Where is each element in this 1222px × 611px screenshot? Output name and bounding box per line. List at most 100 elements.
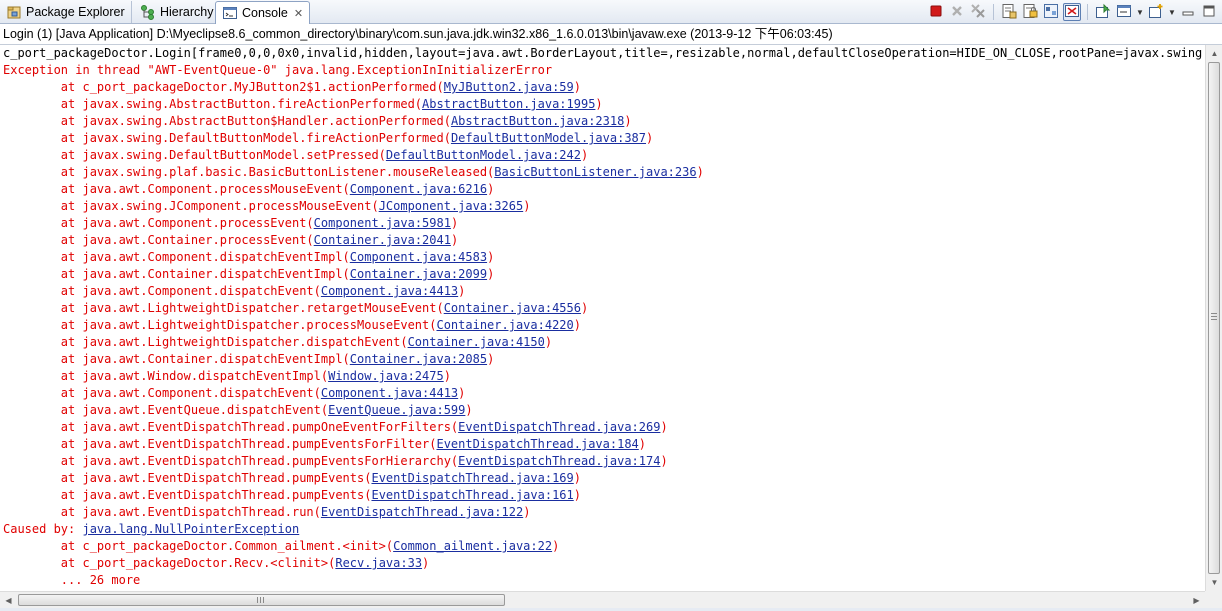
open-console-button[interactable] (1147, 3, 1165, 21)
grip-line (260, 597, 261, 603)
source-link[interactable]: DefaultButtonModel.java:242 (386, 148, 581, 162)
minimize-button[interactable] (1179, 3, 1197, 21)
remove-all-terminated-icon (970, 3, 986, 22)
source-link[interactable]: java.lang.NullPointerException (82, 522, 299, 536)
scroll-down-arrow-icon[interactable]: ▼ (1206, 574, 1222, 591)
source-link[interactable]: EventQueue.java:599 (328, 403, 465, 417)
source-link[interactable]: Container.java:4150 (408, 335, 545, 349)
source-link[interactable]: JComponent.java:3265 (379, 199, 524, 213)
console-line: c_port_packageDoctor.Login[frame0,0,0,0x… (3, 46, 1205, 60)
source-link[interactable]: EventDispatchThread.java:122 (321, 505, 523, 519)
terminate-button[interactable] (927, 3, 945, 21)
stack-frame-suffix: ) (458, 386, 466, 400)
console-line: at javax.swing.DefaultButtonModel.setPre… (0, 147, 1205, 164)
console-line: at java.awt.Component.dispatchEvent(Comp… (0, 385, 1205, 402)
stack-frame-suffix: ) (487, 267, 495, 281)
stack-frame-suffix: ) (696, 165, 704, 179)
console-line: at java.awt.EventDispatchThread.pumpEven… (0, 487, 1205, 504)
source-link[interactable]: DefaultButtonModel.java:387 (451, 131, 646, 145)
source-link[interactable]: Common_ailment.java:22 (393, 539, 552, 553)
console-line: at java.awt.EventDispatchThread.run(Even… (0, 504, 1205, 521)
source-link[interactable]: MyJButton2.java:59 (444, 80, 574, 94)
console-icon (222, 5, 238, 21)
terminate-icon (930, 5, 942, 20)
scroll-lock-button[interactable] (1021, 3, 1039, 21)
scroll-up-arrow-icon[interactable]: ▲ (1206, 45, 1222, 62)
vertical-scrollbar[interactable]: ▲ ▼ (1205, 45, 1222, 591)
source-link[interactable]: EventDispatchThread.java:161 (371, 488, 573, 502)
close-icon[interactable]: ✕ (294, 7, 303, 20)
source-link[interactable]: Component.java:5981 (314, 216, 451, 230)
source-link[interactable]: Window.java:2475 (328, 369, 444, 383)
source-link[interactable]: EventDispatchThread.java:269 (458, 420, 660, 434)
grip-line (263, 597, 264, 603)
stack-frame-text: at java.awt.Component.dispatchEvent( (3, 386, 321, 400)
source-link[interactable]: Container.java:4220 (436, 318, 573, 332)
vertical-scroll-thumb[interactable] (1208, 62, 1220, 574)
scroll-right-arrow-icon[interactable]: ▶ (1188, 592, 1205, 608)
console-line: at java.awt.Component.processMouseEvent(… (0, 181, 1205, 198)
source-link[interactable]: BasicButtonListener.java:236 (494, 165, 696, 179)
view-tab-bar: Package Explorer Hierarchy Console ✕ ▼ ▼ (0, 0, 1222, 24)
remove-all-terminated-button[interactable] (969, 3, 987, 21)
stack-frame-text: at java.awt.Container.processEvent( (3, 233, 314, 247)
word-wrap-button[interactable] (1042, 3, 1060, 21)
source-link[interactable]: Recv.java:33 (335, 556, 422, 570)
horizontal-scrollbar[interactable]: ◀ ▶ (0, 591, 1205, 608)
horizontal-scroll-thumb[interactable] (18, 594, 505, 606)
source-link[interactable]: Component.java:6216 (350, 182, 487, 196)
source-link[interactable]: EventDispatchThread.java:184 (436, 437, 638, 451)
stack-frame-text: at java.awt.EventDispatchThread.pumpEven… (3, 437, 437, 451)
stack-frame-suffix: ) (573, 488, 581, 502)
remove-launch-button[interactable] (948, 3, 966, 21)
source-link[interactable]: Container.java:2099 (350, 267, 487, 281)
stack-frame-suffix: ) (487, 352, 495, 366)
source-link[interactable]: EventDispatchThread.java:174 (458, 454, 660, 468)
show-console-output-icon (1064, 3, 1080, 22)
stack-frame-suffix: ) (544, 335, 553, 349)
maximize-icon (1202, 4, 1216, 21)
hierarchy-icon (140, 4, 156, 20)
source-link[interactable]: EventDispatchThread.java:169 (371, 471, 573, 485)
display-selected-console-icon (1116, 3, 1132, 22)
console-line: at c_port_packageDoctor.MyJButton2$1.act… (0, 79, 1205, 96)
word-wrap-icon (1043, 3, 1059, 22)
pin-console-button[interactable] (1094, 3, 1112, 21)
open-console-icon (1148, 3, 1164, 22)
console-line: at javax.swing.DefaultButtonModel.fireAc… (0, 130, 1205, 147)
console-output[interactable]: c_port_packageDoctor.Login[frame0,0,0,0x… (0, 45, 1205, 591)
source-link[interactable]: Component.java:4583 (350, 250, 487, 264)
source-link[interactable]: Container.java:4556 (444, 301, 581, 315)
grip-line (257, 597, 258, 603)
source-link[interactable]: AbstractButton.java:1995 (422, 97, 595, 111)
tab-package-explorer[interactable]: Package Explorer (0, 1, 132, 23)
stack-frame-text: at java.awt.EventQueue.dispatchEvent( (3, 403, 329, 417)
stack-frame-suffix: ) (487, 250, 495, 264)
tab-console[interactable]: Console ✕ (215, 1, 311, 24)
scroll-left-arrow-icon[interactable]: ◀ (0, 592, 17, 608)
source-link[interactable]: Component.java:4413 (321, 284, 458, 298)
stack-frame-suffix: ) (523, 199, 531, 213)
source-link[interactable]: Component.java:4413 (321, 386, 458, 400)
show-console-output-button[interactable] (1063, 3, 1081, 21)
chevron-down-icon[interactable]: ▼ (1136, 8, 1144, 17)
stack-frame-suffix: ) (458, 284, 466, 298)
tab-label: Console (242, 6, 288, 20)
chevron-down-icon[interactable]: ▼ (1168, 8, 1176, 17)
scroll-lock-icon (1022, 3, 1038, 22)
clear-console-button[interactable] (1000, 3, 1018, 21)
stack-frame-text: at java.awt.LightweightDispatcher.dispat… (3, 335, 408, 349)
source-link[interactable]: Container.java:2085 (350, 352, 487, 366)
display-selected-console-button[interactable] (1115, 3, 1133, 21)
stack-frame-text: at javax.swing.AbstractButton.fireAction… (3, 97, 423, 111)
source-link[interactable]: Container.java:2041 (314, 233, 451, 247)
stack-frame-text: at c_port_packageDoctor.Recv.<clinit>( (3, 556, 336, 570)
stack-frame-text: at c_port_packageDoctor.MyJButton2$1.act… (3, 80, 444, 94)
stack-frame-text: at java.awt.Container.dispatchEventImpl( (3, 352, 350, 366)
stack-frame-suffix: ) (450, 216, 459, 230)
tab-hierarchy[interactable]: Hierarchy (134, 1, 221, 23)
stack-frame-text: at java.awt.Component.dispatchEventImpl( (3, 250, 350, 264)
maximize-button[interactable] (1200, 3, 1218, 21)
source-link[interactable]: AbstractButton.java:2318 (451, 114, 624, 128)
stack-frame-text: at java.awt.EventDispatchThread.pumpOneE… (3, 420, 459, 434)
